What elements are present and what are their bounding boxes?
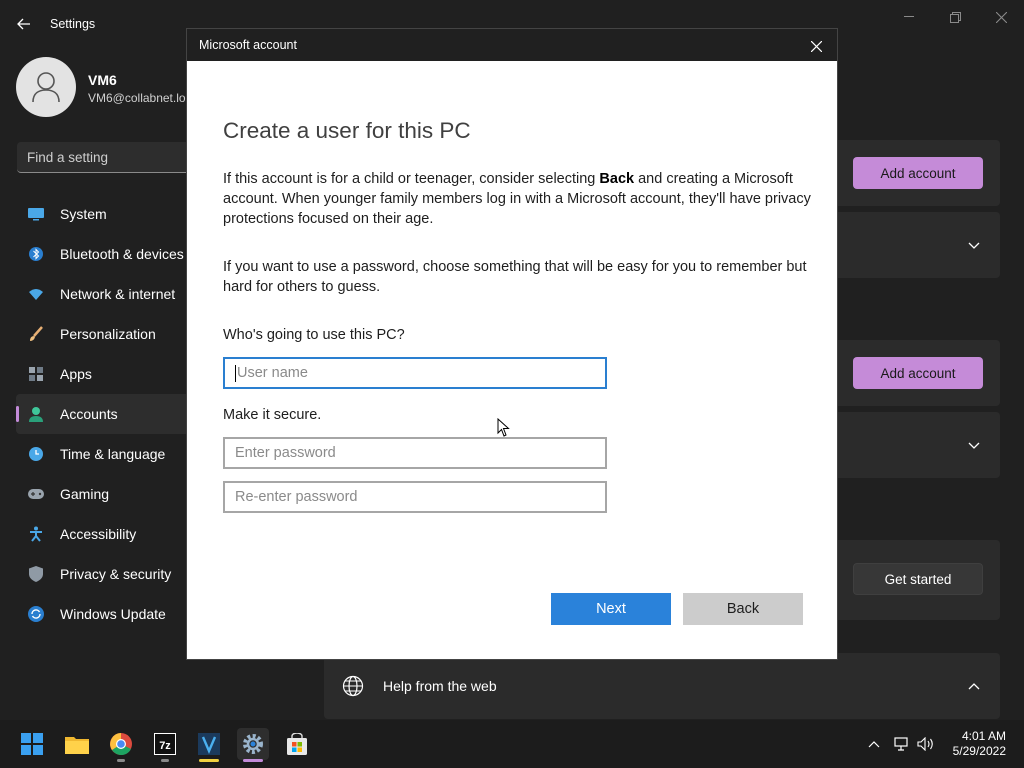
dialog-title: Microsoft account	[199, 38, 297, 52]
help-from-web-label: Help from the web	[383, 678, 497, 694]
user-email: VM6@collabnet.lo	[88, 91, 186, 105]
add-account-button-2[interactable]: Add account	[853, 357, 983, 389]
accounts-icon	[28, 406, 44, 422]
clock-time: 4:01 AM	[961, 729, 1006, 743]
password-advice: If you want to use a password, choose so…	[223, 259, 807, 295]
minimize-icon[interactable]	[897, 8, 921, 26]
sidebar-item-windows-update[interactable]: Windows Update	[16, 594, 196, 634]
secure-label: Make it secure.	[223, 407, 322, 423]
apps-icon	[28, 366, 44, 382]
back-arrow-icon[interactable]	[14, 14, 34, 34]
back-button[interactable]: Back	[683, 593, 803, 625]
avatar	[16, 57, 76, 117]
running-indicator	[161, 759, 169, 762]
update-icon	[28, 606, 44, 622]
maximize-icon[interactable]	[943, 8, 967, 26]
sidebar-item-label: System	[60, 206, 107, 222]
reenter-password-placeholder: Re-enter password	[235, 489, 358, 505]
dialog-heading: Create a user for this PC	[223, 118, 471, 143]
sidebar-item-label: Personalization	[60, 326, 156, 342]
taskbar: 7z 4:01 AM 5/29/2022	[0, 720, 1024, 768]
sidebar-item-personalization[interactable]: Personalization	[16, 314, 196, 354]
chevron-up-icon[interactable]	[865, 736, 883, 752]
sidebar-item-bluetooth[interactable]: Bluetooth & devices	[16, 234, 196, 274]
sidebar-item-label: Gaming	[60, 486, 110, 502]
sidebar-nav: System Bluetooth & devices Network & int…	[16, 194, 196, 634]
sidebar-item-label: Time & language	[60, 446, 166, 462]
sidebar-item-label: Privacy & security	[60, 566, 172, 582]
sidebar-item-apps[interactable]: Apps	[16, 354, 196, 394]
chevron-down-icon[interactable]	[965, 236, 983, 254]
add-account-button-1[interactable]: Add account	[853, 157, 983, 189]
search-placeholder: Find a setting	[27, 150, 109, 165]
svg-text:7z: 7z	[159, 740, 171, 752]
v-app-icon[interactable]	[193, 728, 225, 762]
next-button[interactable]: Next	[551, 593, 671, 625]
store-icon[interactable]	[281, 728, 313, 760]
wifi-icon	[28, 286, 44, 302]
network-icon[interactable]	[892, 736, 910, 752]
sidebar-item-label: Apps	[60, 366, 92, 382]
file-explorer-icon[interactable]	[61, 728, 93, 760]
shield-icon	[28, 566, 44, 582]
brush-icon	[28, 326, 44, 342]
accessibility-icon	[28, 526, 44, 542]
clock-date: 5/29/2022	[952, 744, 1006, 758]
sidebar-item-label: Bluetooth & devices	[60, 246, 184, 262]
sidebar-item-system[interactable]: System	[16, 194, 196, 234]
reenter-password-field[interactable]: Re-enter password	[223, 481, 607, 513]
sidebar-item-time-language[interactable]: Time & language	[16, 434, 196, 474]
notice-text-start: If this account is for a child or teenag…	[223, 171, 600, 187]
child-account-notice: If this account is for a child or teenag…	[223, 169, 813, 229]
username-field[interactable]: User name	[223, 357, 607, 389]
chrome-icon[interactable]	[105, 728, 137, 762]
bluetooth-icon	[28, 246, 44, 262]
window-close-icon[interactable]	[989, 8, 1013, 26]
running-indicator	[199, 759, 219, 762]
sidebar-item-accounts[interactable]: Accounts	[16, 394, 196, 434]
sidebar-item-label: Network & internet	[60, 286, 176, 302]
active-indicator	[243, 759, 263, 762]
globe-icon	[342, 675, 364, 697]
sidebar-item-gaming[interactable]: Gaming	[16, 474, 196, 514]
system-icon	[28, 206, 44, 222]
get-started-button[interactable]: Get started	[853, 563, 983, 595]
dialog-titlebar: Microsoft account	[187, 29, 837, 61]
chevron-up-icon[interactable]	[965, 677, 983, 695]
microsoft-account-dialog: Microsoft account Create a user for this…	[186, 28, 838, 660]
sidebar-item-network[interactable]: Network & internet	[16, 274, 196, 314]
settings-icon[interactable]	[237, 728, 269, 762]
sidebar-item-accessibility[interactable]: Accessibility	[16, 514, 196, 554]
who-label: Who's going to use this PC?	[223, 327, 405, 343]
app-title: Settings	[50, 17, 96, 31]
user-name: VM6	[88, 72, 117, 88]
7zip-icon[interactable]: 7z	[149, 728, 181, 762]
notice-back-bold: Back	[599, 171, 635, 187]
help-from-web-card[interactable]: Help from the web	[324, 653, 1000, 719]
password-placeholder: Enter password	[235, 445, 336, 461]
sidebar-item-label: Accessibility	[60, 526, 137, 542]
username-placeholder: User name	[237, 365, 308, 381]
chevron-down-icon[interactable]	[965, 436, 983, 454]
clock-icon	[28, 446, 44, 462]
sidebar-item-label: Windows Update	[60, 606, 166, 622]
text-caret	[235, 364, 236, 382]
mouse-pointer-icon	[497, 417, 511, 438]
password-field[interactable]: Enter password	[223, 437, 607, 469]
taskbar-clock[interactable]: 4:01 AM 5/29/2022	[944, 729, 1006, 759]
running-indicator	[117, 759, 125, 762]
sidebar-item-privacy[interactable]: Privacy & security	[16, 554, 196, 594]
sidebar-item-label: Accounts	[60, 406, 118, 422]
volume-icon[interactable]	[917, 736, 935, 752]
close-icon[interactable]	[805, 35, 827, 57]
gamepad-icon	[28, 486, 44, 502]
start-icon[interactable]	[16, 728, 48, 760]
